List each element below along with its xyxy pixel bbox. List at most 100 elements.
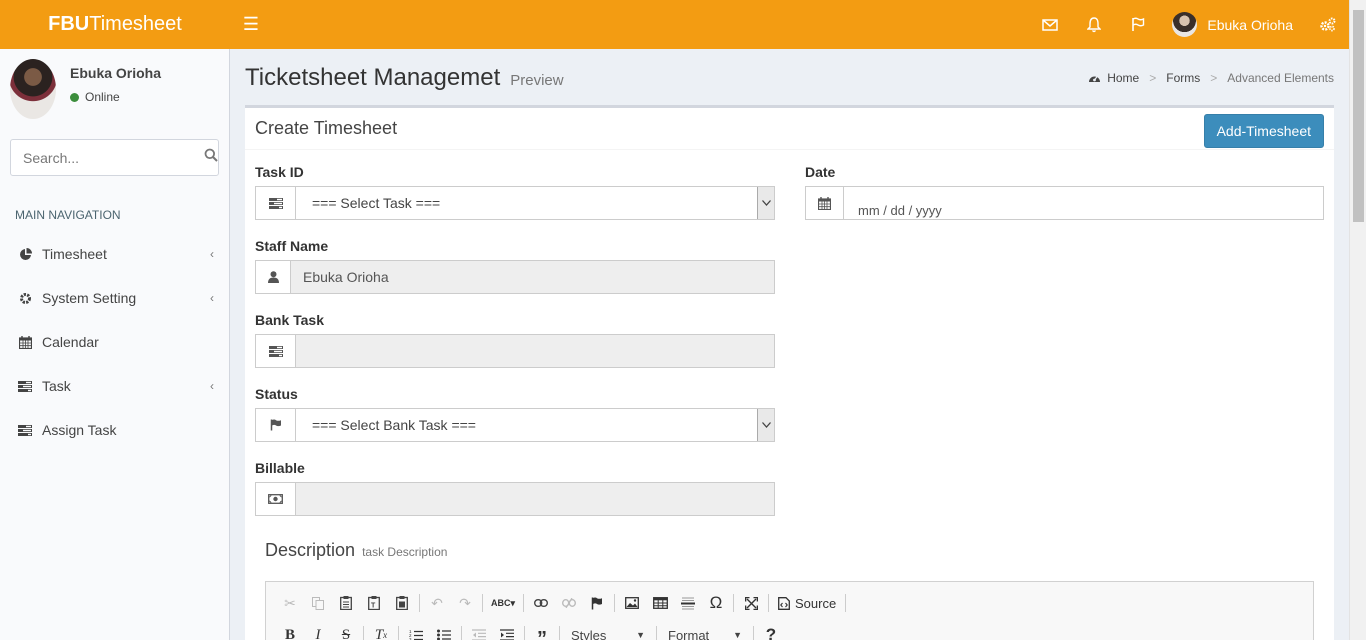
image-icon[interactable] [618, 591, 646, 615]
sidebar-item-task[interactable]: Task ‹ [0, 364, 229, 408]
chevron-left-icon: ‹ [210, 247, 214, 261]
toolbar-separator [523, 594, 524, 612]
indent-icon[interactable] [493, 623, 521, 640]
staff-name-field: Staff Name Ebuka Orioha [255, 238, 775, 294]
pie-chart-icon [18, 247, 32, 261]
paste-text-icon[interactable]: T [360, 591, 388, 615]
avatar [1172, 12, 1198, 37]
nav-header: MAIN NAVIGATION [15, 208, 121, 222]
calendar-icon [18, 335, 32, 349]
paste-icon[interactable] [332, 591, 360, 615]
blockquote-icon[interactable]: ” [528, 623, 556, 640]
toolbar-separator [524, 626, 525, 640]
menu-toggle-icon[interactable]: ☰ [240, 14, 262, 35]
billable-input[interactable] [295, 482, 775, 516]
main-content: Ticketsheet Managemet Preview Home > Form… [230, 49, 1349, 640]
tasks-icon [255, 186, 295, 220]
search-input[interactable] [23, 149, 204, 166]
app-logo[interactable]: FBU Timesheet [0, 0, 230, 49]
breadcrumb-separator: > [1210, 70, 1218, 85]
gear-icon [18, 292, 32, 305]
italic-icon[interactable]: I [304, 623, 332, 640]
task-id-field: Task ID === Select Task === [255, 164, 775, 220]
numbered-list-icon[interactable]: 123 [402, 623, 430, 640]
billable-field: Billable [255, 460, 775, 516]
copy-icon[interactable] [304, 591, 332, 615]
maximize-icon[interactable] [737, 591, 765, 615]
top-navbar: FBU Timesheet ☰ Ebuka Orioha [0, 0, 1349, 49]
styles-dropdown[interactable]: Styles ▼ [563, 628, 653, 640]
envelope-icon[interactable] [1028, 0, 1072, 49]
spellcheck-icon[interactable]: ABC▾ [486, 591, 520, 615]
user-status-text: Online [85, 90, 120, 104]
task-id-label: Task ID [255, 164, 304, 180]
sidebar-item-calendar[interactable]: Calendar [0, 320, 229, 364]
link-icon[interactable] [527, 591, 555, 615]
chevron-left-icon: ‹ [210, 291, 214, 305]
anchor-flag-icon[interactable] [583, 591, 611, 615]
editor-toolbar-row-1: ✂ T ↶ ↷ ABC▾ Ω Source [266, 589, 1313, 617]
toolbar-separator [482, 594, 483, 612]
paste-word-icon[interactable] [388, 591, 416, 615]
bullet-list-icon[interactable] [430, 623, 458, 640]
page-title-text: Ticketsheet Managemet [245, 63, 501, 91]
sidebar-user-name: Ebuka Orioha [70, 65, 162, 81]
sidebar-item-label: Timesheet [42, 246, 107, 262]
status-select[interactable]: === Select Bank Task === [295, 408, 775, 442]
tasks-icon [18, 380, 32, 392]
search-icon[interactable] [204, 148, 218, 167]
breadcrumb: Home > Forms > Advanced Elements [1088, 71, 1334, 85]
bold-icon[interactable]: B [276, 623, 304, 640]
toolbar-separator [768, 594, 769, 612]
sidebar: Ebuka Orioha Online MAIN NAVIGATION Time… [0, 49, 230, 640]
flag-icon[interactable] [1116, 0, 1160, 49]
table-icon[interactable] [646, 591, 674, 615]
bank-task-label: Bank Task [255, 312, 324, 328]
unlink-icon[interactable] [555, 591, 583, 615]
toolbar-separator [753, 626, 754, 640]
scrollbar-thumb[interactable] [1353, 10, 1364, 222]
add-timesheet-button[interactable]: Add-Timesheet [1203, 113, 1324, 148]
bank-task-input[interactable] [295, 334, 775, 368]
toolbar-separator [461, 626, 462, 640]
description-hint: task Description [362, 545, 448, 559]
gears-icon[interactable] [1305, 17, 1349, 32]
help-icon[interactable]: ? [757, 623, 785, 640]
user-panel: Ebuka Orioha Online [0, 49, 229, 129]
special-char-icon[interactable]: Ω [702, 591, 730, 615]
toolbar-separator [614, 594, 615, 612]
breadcrumb-forms[interactable]: Forms [1166, 71, 1200, 85]
date-input[interactable]: mm / dd / yyyy [843, 186, 1324, 220]
content-header: Ticketsheet Managemet Preview Home > Form… [230, 49, 1349, 106]
format-dropdown[interactable]: Format ▼ [660, 628, 750, 640]
breadcrumb-home[interactable]: Home [1107, 71, 1139, 85]
editor-toolbar-row-2: B I S Tx 123 ” Styles ▼ Format ▼ ? [266, 621, 1313, 640]
outdent-icon[interactable] [465, 623, 493, 640]
description-heading: Description task Description [265, 540, 447, 561]
remove-format-icon[interactable]: Tx [367, 623, 395, 640]
user-menu[interactable]: Ebuka Orioha [1160, 0, 1305, 49]
status-selected: === Select Bank Task === [312, 417, 476, 433]
source-button[interactable]: Source [772, 596, 842, 611]
sidebar-item-system-setting[interactable]: System Setting ‹ [0, 276, 229, 320]
toolbar-separator [845, 594, 847, 612]
task-id-selected: === Select Task === [312, 195, 441, 211]
redo-icon[interactable]: ↷ [451, 591, 479, 615]
undo-icon[interactable]: ↶ [423, 591, 451, 615]
sidebar-item-label: System Setting [42, 290, 137, 306]
sidebar-item-assign-task[interactable]: Assign Task [0, 408, 229, 452]
task-id-select[interactable]: === Select Task === [295, 186, 775, 220]
status-field: Status === Select Bank Task === [255, 386, 775, 442]
strikethrough-icon[interactable]: S [332, 623, 360, 640]
svg-text:T: T [371, 603, 376, 610]
cut-icon[interactable]: ✂ [276, 591, 304, 615]
bell-icon[interactable] [1072, 0, 1116, 49]
toolbar-separator [419, 594, 420, 612]
staff-name-input[interactable]: Ebuka Orioha [290, 260, 775, 294]
box-header: Create Timesheet Add-Timesheet [245, 108, 1334, 150]
page-scrollbar[interactable] [1349, 0, 1366, 640]
chevron-down-icon: ▼ [636, 630, 645, 640]
horizontal-line-icon[interactable] [674, 591, 702, 615]
sidebar-item-timesheet[interactable]: Timesheet ‹ [0, 232, 229, 276]
sidebar-item-label: Task [42, 378, 71, 394]
